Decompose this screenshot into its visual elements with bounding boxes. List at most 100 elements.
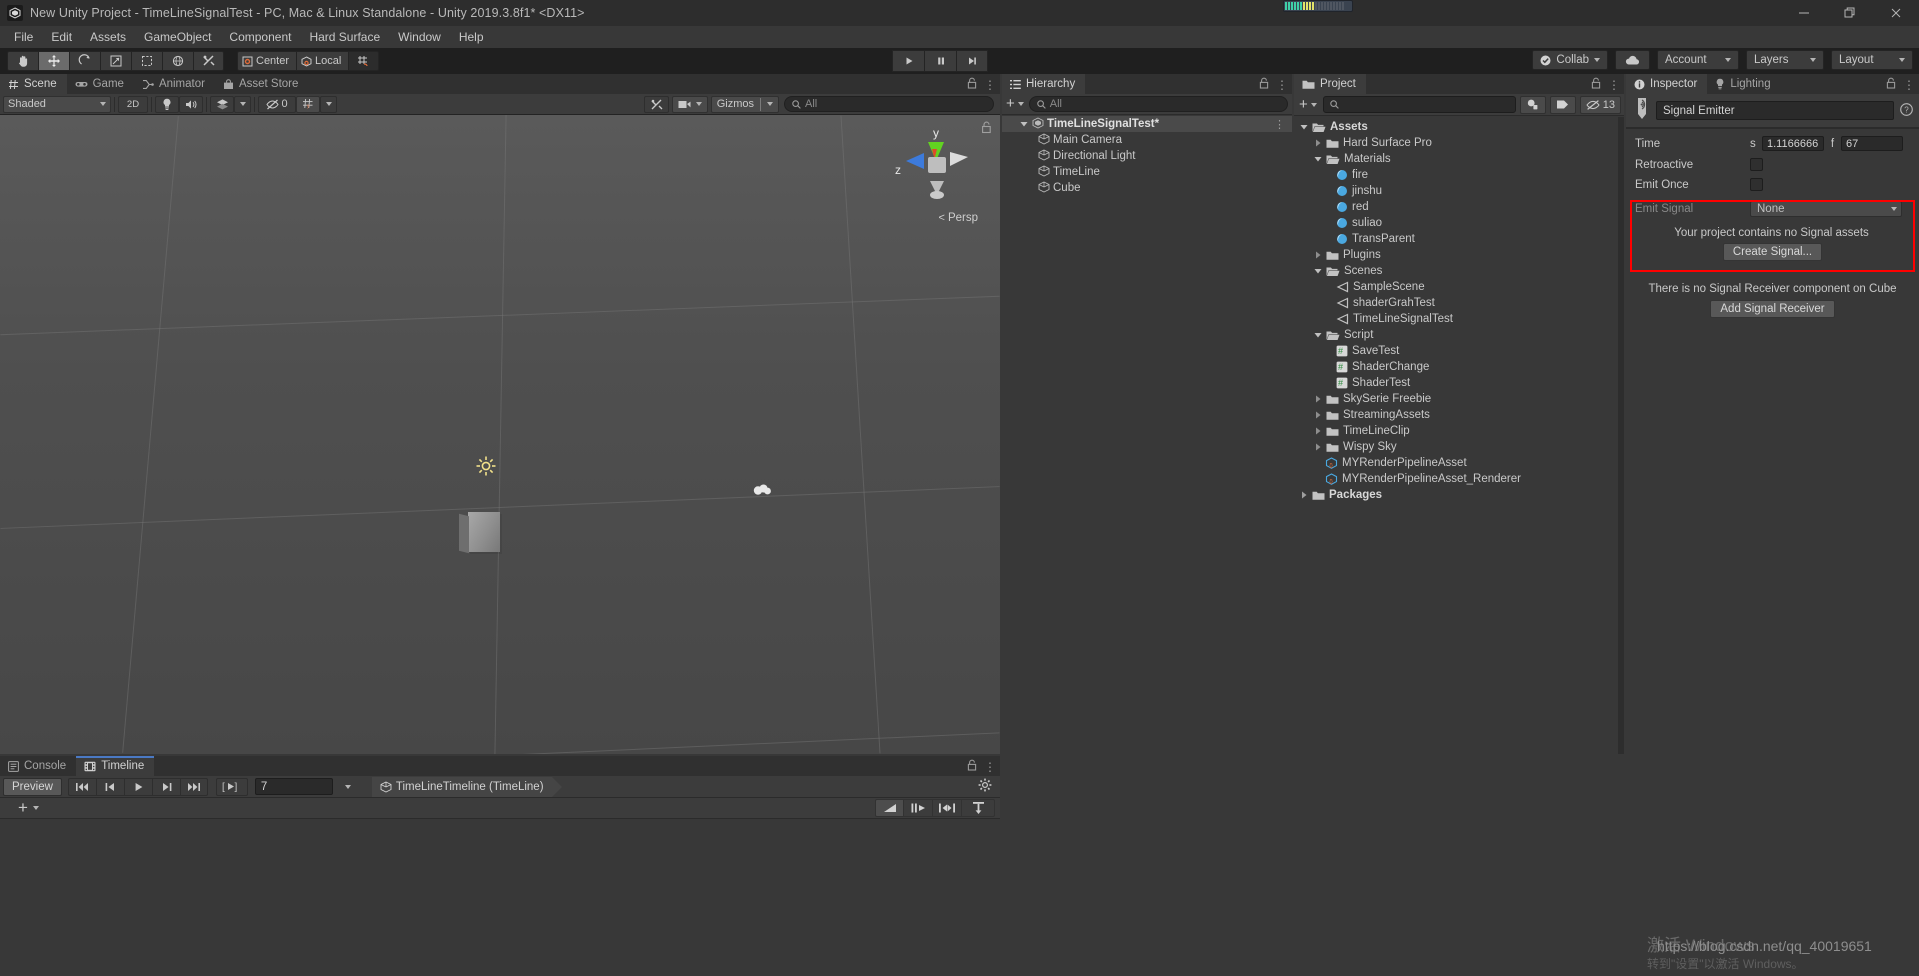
- project-item-savetest[interactable]: # SaveTest: [1294, 343, 1618, 359]
- project-item-shadergrahtest[interactable]: shaderGrahTest: [1294, 295, 1618, 311]
- more-options-icon[interactable]: ⋮: [1903, 79, 1915, 91]
- project-item-suliao[interactable]: suliao: [1294, 215, 1618, 231]
- rotate-tool-icon[interactable]: [69, 51, 100, 71]
- hierarchy-add-button[interactable]: +: [1006, 96, 1024, 111]
- ripple-mode-button[interactable]: [904, 799, 933, 817]
- directional-light-gizmo-icon[interactable]: [475, 455, 497, 477]
- tab-asset-store[interactable]: Asset Store: [214, 74, 309, 94]
- scene-search-input[interactable]: All: [784, 96, 994, 112]
- tab-console[interactable]: Console: [0, 756, 77, 776]
- timeline-add-track-button[interactable]: +: [18, 799, 39, 816]
- pivot-center-button[interactable]: Center: [237, 51, 297, 71]
- project-item-fire[interactable]: fire: [1294, 167, 1618, 183]
- help-icon[interactable]: ?: [1900, 102, 1913, 119]
- menu-gameobject[interactable]: GameObject: [135, 27, 220, 47]
- cube-object[interactable]: [468, 512, 500, 552]
- project-item-materials[interactable]: Materials: [1294, 151, 1618, 167]
- collab-button[interactable]: Collab: [1532, 50, 1608, 70]
- lock-icon[interactable]: [1886, 77, 1896, 92]
- play-button[interactable]: [123, 777, 152, 796]
- project-item-myrenderpipelineasset-renderer[interactable]: {} MYRenderPipelineAsset_Renderer: [1294, 471, 1618, 487]
- retroactive-checkbox[interactable]: [1750, 158, 1763, 171]
- project-item-jinshu[interactable]: jinshu: [1294, 183, 1618, 199]
- project-item-transparent[interactable]: TransParent: [1294, 231, 1618, 247]
- add-signal-receiver-button[interactable]: Add Signal Receiver: [1710, 300, 1835, 318]
- project-item-timelinesignaltest[interactable]: TimeLineSignalTest: [1294, 311, 1618, 327]
- scene-viewport[interactable]: y z < Persp Tools No custom tools availa…: [0, 115, 1000, 754]
- menu-edit[interactable]: Edit: [42, 27, 81, 47]
- scene-projection-label[interactable]: < Persp: [939, 212, 978, 224]
- project-item-timelineclip[interactable]: TimeLineClip: [1294, 423, 1618, 439]
- scene-audio-icon[interactable]: [179, 95, 203, 113]
- timeline-object-gizmo-icon[interactable]: [752, 482, 772, 496]
- tab-project[interactable]: Project: [1294, 74, 1366, 94]
- project-filter-type-icon[interactable]: [1519, 95, 1546, 114]
- menu-window[interactable]: Window: [389, 27, 450, 47]
- project-item-assets[interactable]: Assets: [1294, 119, 1618, 135]
- tab-hierarchy[interactable]: Hierarchy: [1002, 74, 1086, 94]
- play-button[interactable]: [892, 50, 924, 72]
- project-item-shaderchange[interactable]: # ShaderChange: [1294, 359, 1618, 375]
- custom-tool-icon[interactable]: [193, 51, 224, 71]
- minimize-button[interactable]: [1781, 0, 1827, 26]
- lock-marker-button[interactable]: [962, 799, 995, 817]
- tab-game[interactable]: Game: [66, 74, 134, 94]
- layout-button[interactable]: Layout: [1831, 50, 1913, 70]
- timeline-preview-button[interactable]: Preview: [3, 777, 62, 796]
- scene-camera-settings-button[interactable]: [671, 95, 708, 113]
- project-add-button[interactable]: +: [1297, 97, 1319, 112]
- timeline-breadcrumb[interactable]: TimeLineTimeline (TimeLine): [371, 776, 562, 797]
- more-options-icon[interactable]: ⋮: [984, 79, 996, 91]
- emit-once-checkbox[interactable]: [1750, 178, 1763, 191]
- more-options-icon[interactable]: ⋮: [1608, 79, 1620, 91]
- project-item-streamingassets[interactable]: StreamingAssets: [1294, 407, 1618, 423]
- tab-scene[interactable]: Scene: [0, 74, 67, 94]
- rect-tool-icon[interactable]: [131, 51, 162, 71]
- toggle-2d-button[interactable]: 2D: [118, 95, 148, 113]
- time-frames-field[interactable]: 67: [1841, 136, 1903, 151]
- hierarchy-item-cube[interactable]: Cube: [1002, 180, 1292, 196]
- hierarchy-item-timeline[interactable]: TimeLine: [1002, 164, 1292, 180]
- tab-animator[interactable]: Animator: [133, 74, 215, 94]
- first-frame-button[interactable]: [67, 777, 96, 796]
- project-scrollbar[interactable]: [1618, 117, 1624, 754]
- timeline-frame-field[interactable]: 7: [254, 778, 333, 795]
- hierarchy-item-scene[interactable]: TimeLineSignalTest* ⋮: [1002, 116, 1292, 132]
- pivot-local-button[interactable]: Local: [296, 51, 349, 71]
- project-item-wispy-sky[interactable]: Wispy Sky: [1294, 439, 1618, 455]
- replace-mode-button[interactable]: [933, 799, 962, 817]
- project-item-samplescene[interactable]: SampleScene: [1294, 279, 1618, 295]
- scene-gizmo-lock-icon[interactable]: [981, 121, 992, 137]
- project-item-myrenderpipelineasset[interactable]: {} MYRenderPipelineAsset: [1294, 455, 1618, 471]
- scale-tool-icon[interactable]: [100, 51, 131, 71]
- hand-tool-icon[interactable]: [7, 51, 38, 71]
- more-options-icon[interactable]: ⋮: [1276, 79, 1288, 91]
- transform-tool-icon[interactable]: [162, 51, 193, 71]
- component-name-field[interactable]: Signal Emitter: [1656, 101, 1894, 120]
- project-search-input[interactable]: [1322, 96, 1516, 113]
- scene-fx-icon[interactable]: [210, 95, 234, 113]
- more-options-icon[interactable]: ⋮: [1274, 118, 1286, 131]
- grid-snapping-icon[interactable]: [348, 51, 380, 71]
- project-item-packages[interactable]: Packages: [1294, 487, 1618, 503]
- lock-icon[interactable]: [1259, 77, 1269, 92]
- project-item-skyserie-freebie[interactable]: SkySerie Freebie: [1294, 391, 1618, 407]
- project-item-red[interactable]: red: [1294, 199, 1618, 215]
- tab-timeline[interactable]: Timeline: [76, 756, 155, 776]
- mix-mode-button[interactable]: [875, 799, 904, 817]
- scene-grid-visibility-icon[interactable]: y: [296, 95, 320, 113]
- last-frame-button[interactable]: [179, 777, 208, 796]
- chevron-down-icon[interactable]: [344, 784, 351, 789]
- hierarchy-search-input[interactable]: All: [1028, 96, 1288, 112]
- expand-triangle-icon[interactable]: [1019, 120, 1029, 128]
- account-button[interactable]: Account: [1657, 50, 1739, 70]
- play-range-button[interactable]: []: [215, 777, 248, 796]
- scene-lighting-icon[interactable]: [155, 95, 179, 113]
- more-options-icon[interactable]: ⋮: [984, 761, 996, 773]
- next-frame-button[interactable]: [151, 777, 180, 796]
- scene-tools-icon[interactable]: [643, 95, 669, 113]
- menu-file[interactable]: File: [5, 27, 42, 47]
- move-tool-icon[interactable]: [38, 51, 69, 71]
- project-item-hard-surface-pro[interactable]: Hard Surface Pro: [1294, 135, 1618, 151]
- prev-frame-button[interactable]: [95, 777, 124, 796]
